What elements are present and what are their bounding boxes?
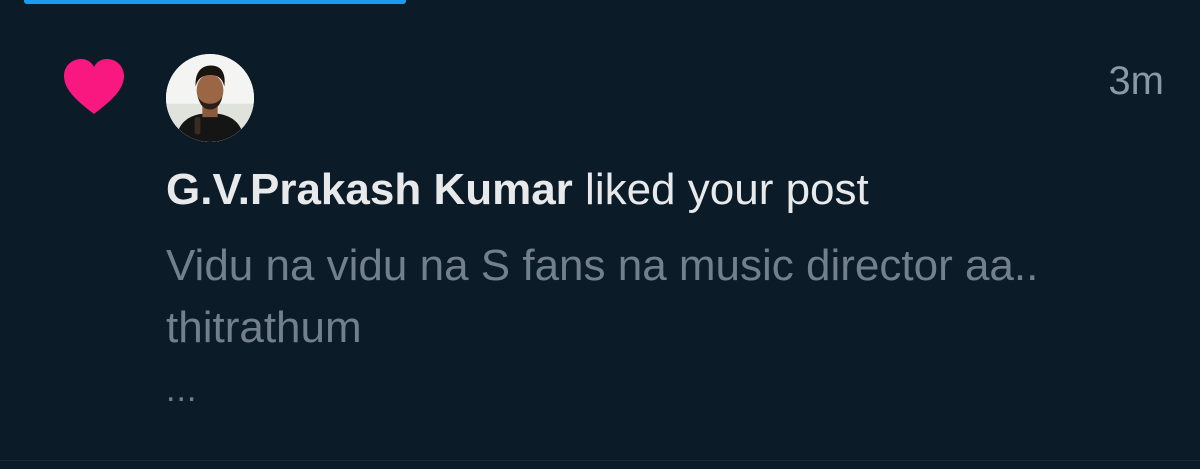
post-preview-text[interactable]: Vidu na vidu na S fans na music director…: [166, 235, 1106, 359]
avatar[interactable]: [164, 52, 256, 144]
notification-headline: G.V.Prakash Kumar liked your post: [166, 164, 869, 216]
truncation-ellipsis: ...: [166, 371, 198, 409]
divider: [0, 460, 1200, 461]
like-notification[interactable]: 3m G.V.Prakash Kumar liked your post Vid…: [0, 0, 1200, 460]
heart-icon: [62, 58, 126, 116]
timestamp: 3m: [1108, 59, 1164, 103]
action-text: liked your post: [572, 165, 869, 214]
author-name-link[interactable]: G.V.Prakash Kumar: [166, 165, 573, 214]
